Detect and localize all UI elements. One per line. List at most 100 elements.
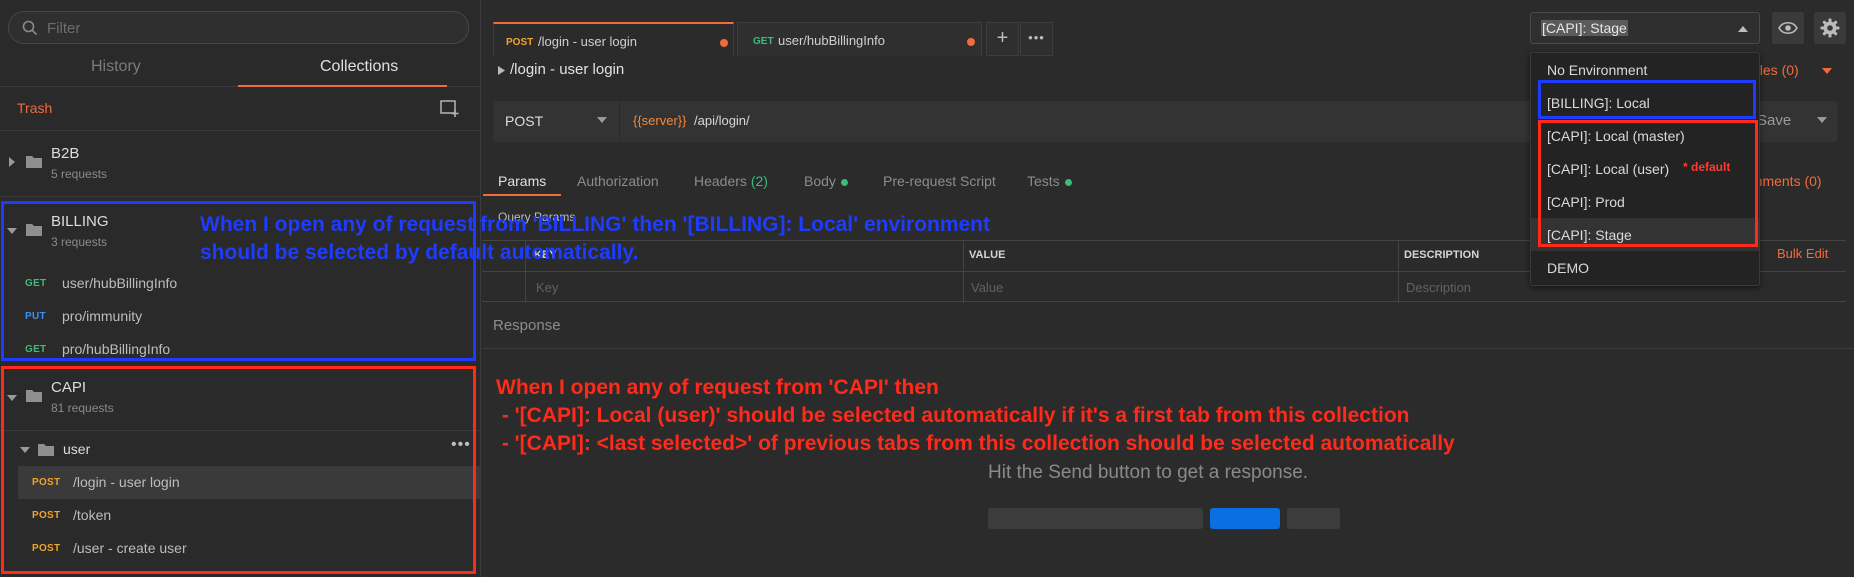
folder-icon	[26, 156, 42, 168]
manage-environments-button[interactable]	[1814, 12, 1846, 44]
response-label: Response	[493, 317, 561, 334]
request-name: /user - create user	[73, 540, 187, 556]
request-item[interactable]: GET user/hubBillingInfo	[0, 267, 481, 300]
chevron-down-icon[interactable]	[1817, 117, 1827, 124]
option-label: DEMO	[1547, 260, 1589, 276]
filter-box[interactable]	[8, 11, 469, 44]
annotation-line: - '[CAPI]: Local (user)' should be selec…	[496, 404, 1410, 427]
option-label: [CAPI]: Local (user)	[1547, 161, 1670, 177]
sidebar: History Collections Trash B2B 5 requests…	[0, 0, 481, 577]
caret-down-icon[interactable]	[20, 446, 30, 454]
save-button[interactable]: Save	[1754, 101, 1837, 142]
method-badge: GET	[753, 36, 774, 47]
request-item[interactable]: PUT pro/immunity	[0, 300, 481, 333]
active-tab-indicator	[483, 194, 561, 196]
tab-tests[interactable]: Tests	[1027, 173, 1072, 189]
table-divider	[1398, 241, 1399, 303]
environment-select[interactable]: [CAPI]: Stage	[1530, 12, 1760, 44]
method-badge: POST	[32, 477, 61, 488]
divider	[482, 348, 1854, 349]
option-label: [CAPI]: Prod	[1547, 194, 1625, 210]
method-badge: GET	[25, 278, 47, 289]
request-tab[interactable]: GET user/hubBillingInfo	[737, 22, 982, 56]
method-badge: PUT	[25, 311, 46, 322]
request-name: /login - user login	[73, 474, 180, 490]
chevron-up-icon	[1738, 26, 1748, 32]
annotation-line: should be selected by default automatica…	[200, 241, 639, 264]
tab-authorization[interactable]: Authorization	[577, 173, 659, 189]
caret-right-icon[interactable]	[8, 157, 16, 167]
environment-option[interactable]: DEMO	[1531, 251, 1759, 284]
tab-prerequest-script[interactable]: Pre-request Script	[883, 173, 996, 189]
new-tab-button[interactable]: +	[986, 22, 1019, 56]
option-label: [CAPI]: Local (master)	[1547, 128, 1685, 144]
environment-option[interactable]: No Environment	[1531, 53, 1759, 86]
value-input[interactable]: Value	[971, 280, 1003, 295]
method-badge: POST	[32, 510, 61, 521]
collection-b2b[interactable]: B2B 5 requests	[0, 132, 481, 197]
collection-count: 81 requests	[51, 401, 114, 415]
status-dot-icon	[1064, 178, 1072, 186]
tab-headers[interactable]: Headers (2)	[694, 173, 768, 189]
request-item[interactable]: POST /token	[18, 499, 480, 532]
tab-headers-label: Headers	[694, 173, 747, 189]
folder-icon	[26, 390, 42, 402]
option-label: [CAPI]: Stage	[1547, 227, 1632, 243]
caret-down-icon[interactable]	[7, 394, 17, 402]
request-item[interactable]: GET pro/hubBillingInfo	[0, 333, 481, 366]
folder-more-icon[interactable]: •••	[451, 436, 471, 454]
tab-params[interactable]: Params	[498, 173, 546, 189]
status-dot-icon	[840, 178, 848, 186]
tab-history[interactable]: History	[91, 58, 141, 76]
unsaved-dot-icon	[720, 39, 728, 47]
request-item-selected[interactable]: POST /login - user login	[18, 466, 480, 499]
tab-options-button[interactable]: •••	[1020, 22, 1053, 56]
placeholder-bar	[1287, 508, 1340, 529]
method-label: POST	[505, 113, 544, 129]
placeholder-bar	[988, 508, 1203, 529]
environment-option[interactable]: [BILLING]: Local	[1531, 86, 1759, 119]
url-path[interactable]: /api/login/	[694, 113, 750, 128]
caret-right-icon[interactable]	[498, 66, 505, 75]
caret-down-icon[interactable]	[7, 227, 17, 235]
collection-name: BILLING	[51, 213, 109, 230]
environment-quick-look-button[interactable]	[1772, 12, 1804, 44]
annotation-line: - '[CAPI]: <last selected>' of previous …	[496, 432, 1455, 455]
new-collection-icon[interactable]	[440, 100, 460, 118]
trash-row: Trash	[0, 88, 481, 131]
folder-user[interactable]: user •••	[0, 432, 481, 466]
description-input[interactable]: Description	[1406, 280, 1471, 295]
tab-label: /login - user login	[538, 34, 637, 49]
request-name: /token	[73, 507, 112, 523]
folder-name: user	[63, 441, 91, 457]
tab-body[interactable]: Body	[804, 173, 848, 189]
tab-label: user/hubBillingInfo	[778, 33, 885, 48]
environment-option[interactable]: [CAPI]: Local (master)	[1531, 119, 1759, 152]
annotation-line: When I open any of request from 'CAPI' t…	[496, 376, 939, 399]
filter-input[interactable]	[47, 18, 447, 38]
tab-body-label: Body	[804, 173, 836, 189]
annotation-capi: When I open any of request from 'CAPI' t…	[496, 374, 1455, 458]
search-icon	[22, 20, 38, 36]
request-item[interactable]: POST /user - create user	[18, 532, 480, 565]
collection-name: CAPI	[51, 379, 87, 396]
key-input[interactable]: Key	[536, 280, 558, 295]
send-button-placeholder	[1210, 508, 1280, 529]
column-header-description: DESCRIPTION	[1404, 249, 1480, 261]
tab-collections[interactable]: Collections	[320, 58, 398, 76]
method-select[interactable]: POST	[493, 101, 620, 142]
collection-capi[interactable]: CAPI 81 requests	[0, 366, 481, 431]
request-name: pro/immunity	[62, 308, 143, 324]
response-hint: Hit the Send button to get a response.	[988, 462, 1309, 483]
collection-count: 3 requests	[51, 235, 108, 249]
chevron-down-icon[interactable]	[1822, 68, 1832, 75]
headers-count: (2)	[750, 173, 768, 189]
url-variable[interactable]: {{server}}	[633, 113, 687, 128]
trash-link[interactable]: Trash	[17, 100, 52, 116]
tab-tests-label: Tests	[1027, 173, 1060, 189]
request-tab-active[interactable]: POST /login - user login	[493, 22, 734, 56]
gear-icon	[1820, 18, 1840, 38]
bulk-edit-link[interactable]: Bulk Edit	[1777, 246, 1828, 261]
environment-option-selected[interactable]: [CAPI]: Stage	[1531, 218, 1759, 251]
environment-option[interactable]: [CAPI]: Prod	[1531, 185, 1759, 218]
